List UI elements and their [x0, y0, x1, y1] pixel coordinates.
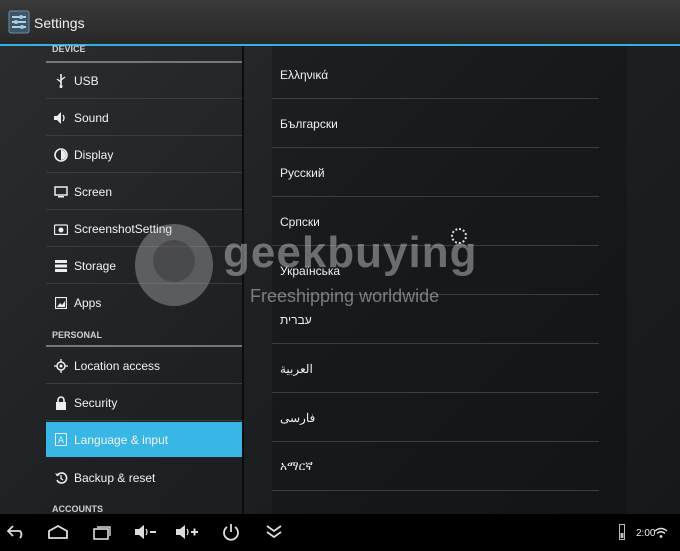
sidebar-item-display[interactable]: Display [46, 137, 242, 173]
settings-content: DEVICE USB Sound Display Screen Screensh… [0, 44, 680, 514]
list-item-language[interactable]: עברית [272, 295, 599, 344]
sidebar-item-apps[interactable]: Apps [46, 285, 242, 320]
language-label: Українська [280, 263, 341, 278]
sidebar-item-label: Sound [74, 110, 109, 125]
list-item-language[interactable]: Српски [272, 197, 599, 246]
sidebar-item-label: Location access [74, 358, 161, 373]
apps-icon [54, 295, 68, 311]
brightness-icon [54, 147, 68, 163]
screen-icon [54, 184, 68, 200]
power-icon[interactable] [218, 520, 244, 544]
list-item-language[interactable]: Українська [272, 246, 599, 295]
settings-sidebar: DEVICE USB Sound Display Screen Screensh… [46, 44, 246, 514]
usb-icon [54, 73, 68, 89]
language-label: Српски [280, 214, 320, 229]
loading-spinner-icon [451, 228, 467, 244]
section-header-device: DEVICE [52, 44, 86, 54]
lock-icon [54, 395, 68, 411]
sidebar-item-location-access[interactable]: Location access [46, 348, 242, 384]
svg-text:A: A [58, 436, 65, 446]
language-label: العربية [280, 361, 313, 376]
volume-up-icon[interactable] [175, 520, 201, 544]
language-label: አማርኛ [280, 459, 313, 473]
page-title: Settings [34, 15, 85, 31]
sidebar-item-label: Language & input [74, 432, 169, 447]
recent-apps-icon[interactable] [89, 520, 115, 544]
sidebar-item-screen[interactable]: Screen [46, 174, 242, 210]
volume-down-icon[interactable] [133, 520, 159, 544]
sidebar-item-label: USB [74, 73, 99, 88]
pane-divider [242, 46, 244, 514]
sidebar-item-label: Storage [74, 258, 117, 273]
language-label: Русский [280, 165, 325, 180]
section-divider [46, 345, 243, 347]
settings-app-icon[interactable] [8, 10, 30, 34]
language-label: עברית [280, 312, 312, 327]
language-label: Ελληνικά [280, 67, 329, 82]
sidebar-item-screenshotsetting[interactable]: ScreenshotSetting [46, 211, 242, 247]
sidebar-item-label: ScreenshotSetting [74, 221, 173, 236]
sidebar-item-language-input[interactable]: A Language & input [46, 422, 242, 457]
sidebar-item-sound[interactable]: Sound [46, 100, 242, 136]
hide-nav-chevron-icon[interactable] [261, 520, 287, 544]
list-item-language[interactable]: Ελληνικά [272, 50, 599, 99]
language-list: Ελληνικά Български Русский Српски Україн… [272, 46, 627, 514]
usb-debugging-icon [615, 520, 629, 544]
sidebar-item-storage[interactable]: Storage [46, 248, 242, 284]
wifi-icon [652, 520, 670, 544]
section-header-accounts: ACCOUNTS [52, 504, 103, 514]
list-item-language[interactable]: فارسی [272, 393, 599, 442]
sidebar-item-label: Apps [74, 295, 102, 310]
action-bar: Settings [0, 0, 680, 46]
language-label: فارسی [280, 410, 316, 425]
location-icon [54, 358, 68, 374]
back-icon[interactable] [4, 520, 30, 544]
home-icon[interactable] [45, 520, 71, 544]
speaker-icon [54, 110, 68, 126]
list-item-language[interactable]: العربية [272, 344, 599, 393]
language-label: Български [280, 116, 338, 131]
sidebar-item-backup-reset[interactable]: Backup & reset [46, 460, 242, 495]
system-nav-bar: 2:00 [0, 514, 680, 551]
storage-icon [54, 258, 68, 274]
sidebar-item-label: Screen [74, 184, 113, 199]
list-item-language[interactable]: Български [272, 99, 599, 148]
keyboard-icon: A [54, 432, 68, 448]
sidebar-item-security[interactable]: Security [46, 385, 242, 421]
list-item-language[interactable]: አማርኛ [272, 442, 599, 491]
sidebar-item-label: Backup & reset [74, 470, 156, 485]
list-item-language[interactable]: Русский [272, 148, 599, 197]
sidebar-item-label: Security [74, 395, 118, 410]
backup-icon [54, 470, 68, 486]
section-header-personal: PERSONAL [52, 330, 103, 340]
camera-icon [54, 221, 68, 237]
sidebar-item-usb[interactable]: USB [46, 63, 242, 99]
sidebar-item-label: Display [74, 147, 114, 162]
